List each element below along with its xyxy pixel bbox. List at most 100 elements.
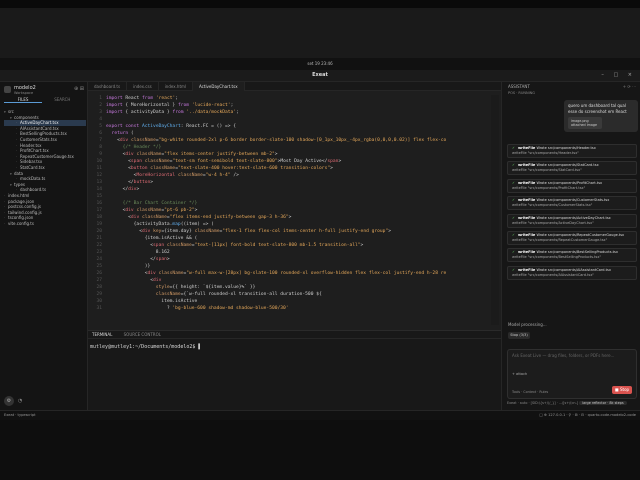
tool-step-desc: Wrote src/components/RepeatCustomerGauge…	[536, 232, 625, 237]
project-actions[interactable]: ⊕ ⊞	[74, 86, 84, 92]
tool-steps: ✓ writeFile Wrote src/components/Header.t…	[507, 144, 637, 283]
processing-status: Model processing...	[508, 322, 547, 327]
status-bar: Exeat · typescript □ ⊕ 127.0.0.1 · ⚲ · ⊞…	[0, 410, 640, 420]
terminal-tabs: TERMINAL SOURCE CONTROL	[88, 331, 501, 339]
tool-step-desc: Wrote src/components/Header.tsx	[536, 146, 596, 150]
tree-item-label: tsconfig.json	[8, 215, 34, 221]
tool-step[interactable]: ✓ writeFile Wrote src/components/Header.t…	[507, 144, 637, 158]
project-header: modelo2 Workspace ⊕ ⊞	[4, 85, 84, 95]
tree-item-label: Sidebar.tsx	[20, 159, 43, 165]
tool-step-action: writeFile	[517, 146, 536, 150]
tool-step-action: writeFile	[517, 250, 536, 255]
tree-item-label: components	[14, 114, 39, 120]
tree-item-label: postcss.config.js	[8, 204, 41, 210]
attachment-sub: attached image	[571, 123, 597, 127]
assistant-panel: ASSISTANT + ⟳ ⋯ POS · RUNNING quero um d…	[501, 82, 640, 410]
assistant-status: POS · RUNNING	[508, 91, 536, 95]
chat-input-placeholder: Ask Exeat Live — drag files, folders, or…	[512, 353, 615, 358]
check-icon: ✓	[512, 232, 515, 237]
check-icon: ✓	[512, 215, 515, 220]
tool-step[interactable]: ✓ writeFile Wrote src/components/ActiveDa…	[507, 213, 637, 228]
file-sidebar: modelo2 Workspace ⊕ ⊞ FILES SEARCH ▾ src ▾…	[0, 82, 88, 410]
tree-item-label: AIAssistantCard.tsx	[20, 125, 59, 131]
prompt-path: :~/Documents/modelo2$	[132, 344, 196, 350]
tab-source-control[interactable]: SOURCE CONTROL	[124, 332, 161, 337]
tool-step-action: writeFile	[517, 198, 536, 203]
editor-tab[interactable]: dashboard.ts	[88, 82, 128, 91]
tree-item-label: package.json	[8, 198, 35, 204]
tool-step-path: writeFile "src/components/ActiveDayChart…	[512, 220, 594, 225]
tree-item-label: Header.tsx	[20, 142, 42, 148]
image-attachment[interactable]: image.png attached image	[568, 117, 602, 129]
account-icon[interactable]: ◔	[18, 398, 22, 404]
code-area[interactable]: 1 import React from 'react'; 2 import { Mo…	[88, 95, 501, 312]
title-bar: Exeat – □ ×	[0, 70, 640, 82]
tab-search[interactable]: SEARCH	[43, 97, 81, 102]
tool-step-path: writeFile "src/components/BestSellingPro…	[512, 255, 602, 260]
tree-item-label: index.html	[8, 192, 30, 198]
user-message: quero um dashboard tal qual esse do scre…	[564, 100, 638, 132]
tool-step-path: writeFile "src/components/Header.tsx"	[512, 151, 579, 155]
check-icon: ✓	[512, 163, 515, 168]
prompt-user: mutley@mutley1	[90, 344, 133, 350]
settings-icon[interactable]: ⚙	[4, 396, 14, 406]
tool-step-action: writeFile	[517, 232, 536, 237]
editor-tabs: dashboard.ts index.css index.html ActiveDay…	[88, 82, 501, 91]
stop-generation-button[interactable]: ■ Stop	[612, 386, 632, 394]
input-chips[interactable]: Tools · Context · Rules	[512, 390, 548, 394]
tree-item-label: BestSellingProducts.tsx	[20, 131, 67, 137]
tree-item-label: data	[14, 170, 24, 176]
tool-step[interactable]: ✓ writeFile Wrote src/components/RepeatCu…	[507, 230, 637, 245]
terminal-panel: TERMINAL SOURCE CONTROL mutley@mutley1:~…	[88, 330, 501, 410]
assistant-header: ASSISTANT + ⟳ ⋯	[502, 82, 640, 91]
tool-step-desc: Wrote src/components/BestSellingProducts…	[536, 250, 618, 255]
editor-tab[interactable]: ActiveDayChart.tsx	[193, 82, 245, 91]
assistant-footer: Exeat · auto · [SID:/{s+/(/_}] · .../[s+…	[507, 401, 637, 405]
footer-info: Exeat · auto · [SID:/{s+/(/_}] · .../[s+…	[507, 401, 579, 405]
tree-item-label: types	[14, 181, 26, 187]
tool-step-path: writeFile "src/components/StatCard.tsx"	[512, 168, 582, 173]
tool-step[interactable]: ✓ writeFile Wrote src/components/AIAssist…	[507, 265, 637, 280]
tree-item-label: mockData.ts	[20, 176, 46, 182]
tree-item-label: ActiveDayChart.tsx	[20, 120, 59, 126]
attach-button[interactable]: + attach	[512, 372, 527, 376]
tool-step-desc: Wrote src/components/CustomerStats.tsx	[536, 198, 610, 203]
minimap[interactable]	[491, 95, 499, 325]
editor-tab[interactable]: index.css	[127, 82, 159, 91]
check-icon: ✓	[512, 180, 515, 185]
clock[interactable]: set 19 23:46	[307, 61, 332, 66]
tool-step[interactable]: ✓ writeFile Wrote src/components/ProfitCh…	[507, 178, 637, 193]
check-icon: ✓	[512, 146, 515, 150]
terminal-prompt[interactable]: mutley@mutley1:~/Documents/modelo2$ ▌	[88, 339, 501, 355]
user-message-text: quero um dashboard tal qual esse do scre…	[568, 103, 627, 114]
editor-tab[interactable]: index.html	[159, 82, 194, 91]
tool-step[interactable]: ✓ writeFile Wrote src/components/Customer…	[507, 196, 637, 211]
model-selector[interactable]: large reflector · 8k steps	[579, 401, 627, 405]
tab-files[interactable]: FILES	[4, 97, 42, 103]
tree-item-label: vite.config.ts	[8, 220, 34, 226]
stop-button[interactable]: Stop (3/3)	[508, 332, 530, 339]
tree-item-label: tailwind.config.js	[8, 209, 42, 215]
tree-item-label: ProfitChart.tsx	[20, 148, 49, 154]
cursor: ▌	[198, 344, 202, 350]
tool-step-desc: Wrote src/components/AIAssistantCard.tsx	[536, 267, 611, 272]
tool-step-desc: Wrote src/components/StatCard.tsx	[536, 163, 599, 168]
tree-item-label: RepeatCustomerGauge.tsx	[20, 153, 74, 159]
assistant-actions[interactable]: + ⟳ ⋯	[623, 84, 636, 89]
check-icon: ✓	[512, 198, 515, 203]
tree-item-label: dashboard.ts	[20, 187, 47, 193]
file-item[interactable]: · vite.config.ts	[4, 221, 86, 227]
tool-step-path: writeFile "src/components/RepeatCustomer…	[512, 237, 608, 242]
tool-step[interactable]: ✓ writeFile Wrote src/components/StatCard…	[507, 161, 637, 176]
sidebar-tabs: FILES SEARCH	[4, 97, 84, 105]
chat-input[interactable]: Ask Exeat Live — drag files, folders, or…	[507, 349, 637, 399]
check-icon: ✓	[512, 250, 515, 255]
tool-step-path: writeFile "src/components/CustomerStats.…	[512, 203, 593, 208]
lower-backdrop	[0, 420, 640, 480]
tool-step[interactable]: ✓ writeFile Wrote src/components/BestSell…	[507, 248, 637, 263]
window-controls[interactable]: – □ ×	[601, 72, 636, 78]
tool-step-action: writeFile	[517, 180, 536, 185]
tool-step-desc: Wrote src/components/ProfitChart.tsx	[536, 180, 603, 185]
tool-step-path: writeFile "src/components/ProfitChart.ts…	[512, 185, 586, 190]
tab-terminal[interactable]: TERMINAL	[92, 332, 112, 337]
